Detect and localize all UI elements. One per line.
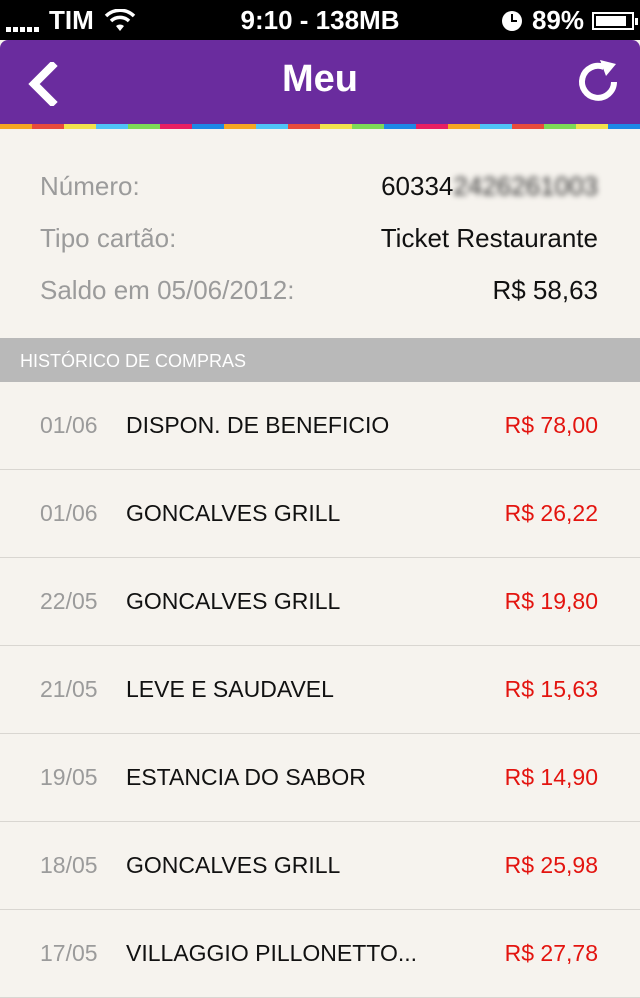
history-description: ESTANCIA DO SABOR [126,764,366,790]
history-amount: R$ 15,63 [504,676,598,702]
card-number-value: 603342426261003 [381,171,598,202]
clock-icon [501,10,522,31]
status-right: 89% [501,5,638,36]
card-type-label: Tipo cartão: [40,223,177,253]
card-info: Número: 603342426261003 Tipo cartão: Tic… [0,129,640,338]
history-description: GONCALVES GRILL [126,588,341,614]
history-date: 21/05 [40,676,98,702]
history-amount: R$ 27,78 [504,940,598,966]
history-row[interactable]: 18/05 GONCALVES GRILL R$ 25,98 [0,822,640,910]
battery-percent: 89% [531,5,584,35]
history-description: LEVE E SAUDAVEL [126,676,334,702]
history-description: VILLAGGIO PILLONETTO... [126,940,418,966]
balance-label: Saldo em 05/06/2012: [40,275,295,305]
battery-icon [592,11,638,30]
page-title: Meu [282,58,358,100]
history-list: 01/06 DISPON. DE BENEFICIO R$ 78,00 01/06 GO… [0,382,640,998]
history-description: DISPON. DE BENEFICIO [126,412,390,438]
status-bar: TIM 9:10 - 138MB 89% [0,0,640,40]
history-row[interactable]: 01/06 GONCALVES GRILL R$ 26,22 [0,470,640,558]
history-row[interactable]: 22/05 GONCALVES GRILL R$ 19,80 [0,558,640,646]
card-number-visible: 60334 [381,171,454,201]
history-amount: R$ 25,98 [504,852,598,878]
history-row[interactable]: 21/05 LEVE E SAUDAVEL R$ 15,63 [0,646,640,734]
card-number-row: Número: 603342426261003 [40,171,598,211]
history-row[interactable]: 19/05 ESTANCIA DO SABOR R$ 14,90 [0,734,640,822]
history-date: 18/05 [40,852,98,878]
history-date: 01/06 [40,500,98,526]
history-date: 17/05 [40,940,98,966]
history-amount: R$ 26,22 [504,500,598,526]
history-amount: R$ 78,00 [504,412,598,438]
history-date: 19/05 [40,764,98,790]
card-number-masked: 2426261003 [453,171,598,201]
card-type-value: Ticket Restaurante [380,223,598,253]
refresh-icon[interactable] [574,58,622,106]
card-number-label: Número: [40,171,140,201]
history-date: 01/06 [40,412,98,438]
card-type-row: Tipo cartão: Ticket Restaurante [40,223,598,263]
card-balance-row: Saldo em 05/06/2012: R$ 58,63 [40,275,598,315]
history-row[interactable]: 01/06 DISPON. DE BENEFICIO R$ 78,00 [0,382,640,470]
history-amount: R$ 14,90 [504,764,598,790]
history-description: GONCALVES GRILL [126,852,341,878]
history-header: HISTÓRICO DE COMPRAS [0,338,640,382]
history-amount: R$ 19,80 [504,588,598,614]
history-row[interactable]: 17/05 VILLAGGIO PILLONETTO... R$ 27,78 [0,910,640,998]
battery-fill [596,15,627,26]
balance-value: R$ 58,63 [492,275,598,305]
history-description: GONCALVES GRILL [126,500,341,526]
history-date: 22/05 [40,588,98,614]
nav-bar: Meu [0,40,640,124]
